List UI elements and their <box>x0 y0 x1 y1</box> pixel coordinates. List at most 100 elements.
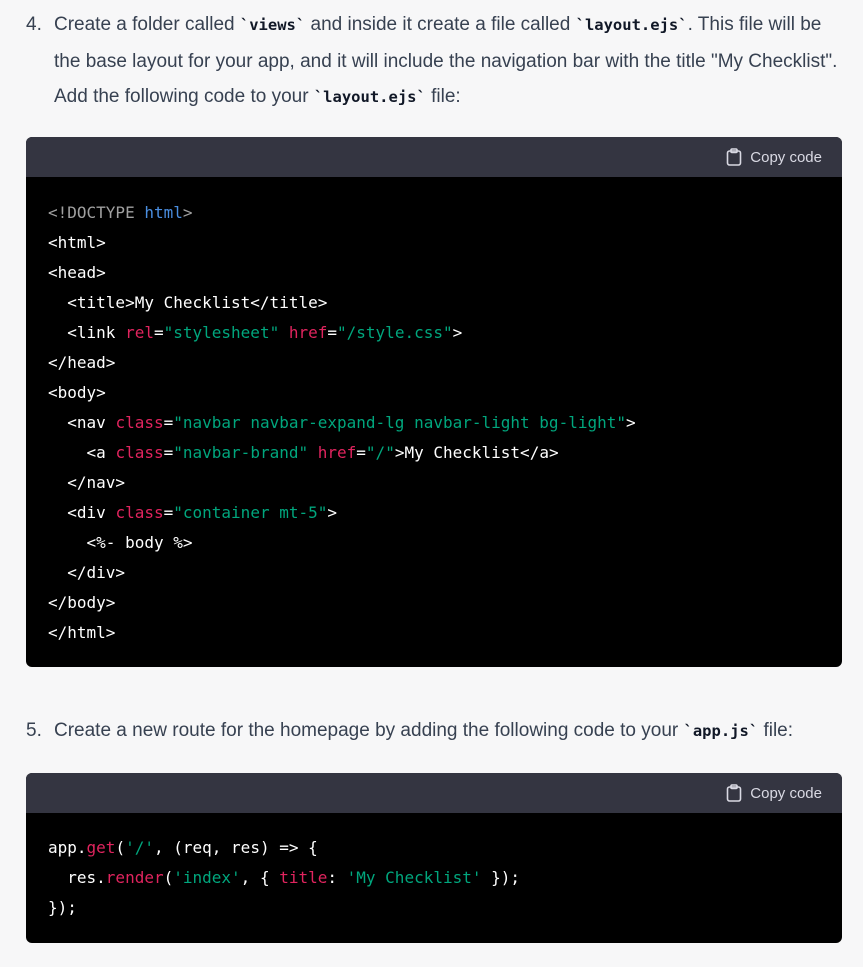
code-token: </div> <box>48 563 126 582</box>
code-token: = <box>327 323 338 342</box>
code-token: </head> <box>48 353 116 372</box>
code-token: "navbar navbar-expand-lg navbar-light bg… <box>173 413 626 432</box>
code-line: <!DOCTYPE html> <box>48 198 820 228</box>
clipboard-icon <box>726 148 742 166</box>
code-token: <a <box>48 443 116 462</box>
code-token: render <box>105 868 164 887</box>
code-block-layout-ejs: Copy code <!DOCTYPE html> <html> <head> <t… <box>26 137 842 667</box>
code-line: <%- body %> <box>48 528 820 558</box>
code-token: <html> <box>48 233 106 252</box>
code-token: > <box>626 413 636 432</box>
inline-code: `layout.ejs` <box>313 88 426 106</box>
code-line: <link rel="stylesheet" href="/style.css"… <box>48 318 820 348</box>
code-block-app-js: Copy code app.get('/', (req, res) => { r… <box>26 773 842 943</box>
step-text-segment: file: <box>425 86 461 107</box>
code-token: "stylesheet" <box>163 323 280 342</box>
code-content: app.get('/', (req, res) => { res.render(… <box>26 813 842 943</box>
code-token: <nav <box>48 413 116 432</box>
code-token: <title>My Checklist</title> <box>48 293 328 312</box>
code-token: <%- body %> <box>48 533 193 552</box>
code-token: 'index' <box>173 868 241 887</box>
code-line: </html> <box>48 618 820 648</box>
code-token: "container mt-5" <box>173 503 328 522</box>
code-token: html <box>144 203 183 222</box>
code-token: <link <box>48 323 126 342</box>
code-token: class <box>115 413 164 432</box>
inline-code: `app.js` <box>683 722 759 740</box>
copy-code-button[interactable]: Copy code <box>726 784 822 802</box>
code-token: = <box>153 323 164 342</box>
code-token: }); <box>481 868 521 887</box>
code-token: = <box>356 443 366 462</box>
code-token: '/' <box>125 838 154 857</box>
code-token: class <box>115 443 164 462</box>
step-text-segment: Create a new route for the homepage by a… <box>54 720 684 741</box>
code-line: </div> <box>48 558 820 588</box>
code-token: title <box>279 868 328 887</box>
step-number: 5. <box>26 720 42 741</box>
code-line: <html> <box>48 228 820 258</box>
step-text: Create a folder called `views` and insid… <box>54 7 842 116</box>
code-token: href <box>288 323 328 342</box>
code-token: = <box>163 443 174 462</box>
code-token: class <box>115 503 164 522</box>
code-token: get <box>86 838 116 857</box>
code-token: ( <box>115 838 126 857</box>
code-token: > <box>182 203 193 222</box>
code-block-header: Copy code <box>26 773 842 813</box>
code-token: }); <box>48 898 77 917</box>
code-token: "navbar-brand" <box>173 443 309 462</box>
clipboard-icon <box>726 784 742 802</box>
code-token: rel <box>125 323 154 342</box>
step-text: Create a new route for the homepage by a… <box>54 713 842 750</box>
code-token: <div <box>48 503 116 522</box>
inline-code: `layout.ejs` <box>575 16 688 34</box>
code-token: </html> <box>48 623 116 642</box>
step-5: 5. Create a new route for the homepage b… <box>26 713 842 750</box>
inline-code: `views` <box>239 16 306 34</box>
code-token: href <box>317 443 357 462</box>
code-token: <head> <box>48 263 106 282</box>
step-number: 4. <box>26 14 42 35</box>
code-line: </head> <box>48 348 820 378</box>
code-line: <a class="navbar-brand" href="/">My Chec… <box>48 438 820 468</box>
code-token: res. <box>48 868 106 887</box>
code-token: "/" <box>365 443 395 462</box>
code-token: 'My Checklist' <box>346 868 482 887</box>
code-line: res.render('index', { title: 'My Checkli… <box>48 863 820 893</box>
code-token: > <box>327 503 338 522</box>
code-line: </nav> <box>48 468 820 498</box>
code-token: app. <box>48 838 87 857</box>
code-token: , (req, res) => { <box>153 838 318 857</box>
code-token: > <box>452 323 463 342</box>
code-line: <nav class="navbar navbar-expand-lg navb… <box>48 408 820 438</box>
copy-code-button[interactable]: Copy code <box>726 148 822 166</box>
code-token: </nav> <box>48 473 126 492</box>
code-token: >My Checklist</a> <box>394 443 559 462</box>
code-token: </body> <box>48 593 116 612</box>
code-token: , { <box>240 868 280 887</box>
code-content: <!DOCTYPE html> <html> <head> <title>My Ch… <box>26 177 842 667</box>
code-token: ( <box>163 868 174 887</box>
step-4: 4. Create a folder called `views` and in… <box>26 7 842 116</box>
copy-code-label: Copy code <box>750 148 822 166</box>
code-token: : <box>327 868 347 887</box>
code-block-header: Copy code <box>26 137 842 177</box>
code-line: <title>My Checklist</title> <box>48 288 820 318</box>
code-line: <body> <box>48 378 820 408</box>
code-line: app.get('/', (req, res) => { <box>48 833 820 863</box>
code-line: <div class="container mt-5"> <box>48 498 820 528</box>
code-line: <head> <box>48 258 820 288</box>
code-token: <!DOCTYPE <box>48 203 145 222</box>
step-text-segment: Create a folder called <box>54 14 240 35</box>
copy-code-label: Copy code <box>750 784 822 802</box>
code-token: <body> <box>48 383 106 402</box>
code-line: </body> <box>48 588 820 618</box>
code-token: "/style.css" <box>337 323 453 342</box>
step-text-segment: file: <box>758 720 794 741</box>
step-text-segment: and inside it create a file called <box>305 14 576 35</box>
code-token: = <box>163 413 174 432</box>
code-line: }); <box>48 893 820 923</box>
